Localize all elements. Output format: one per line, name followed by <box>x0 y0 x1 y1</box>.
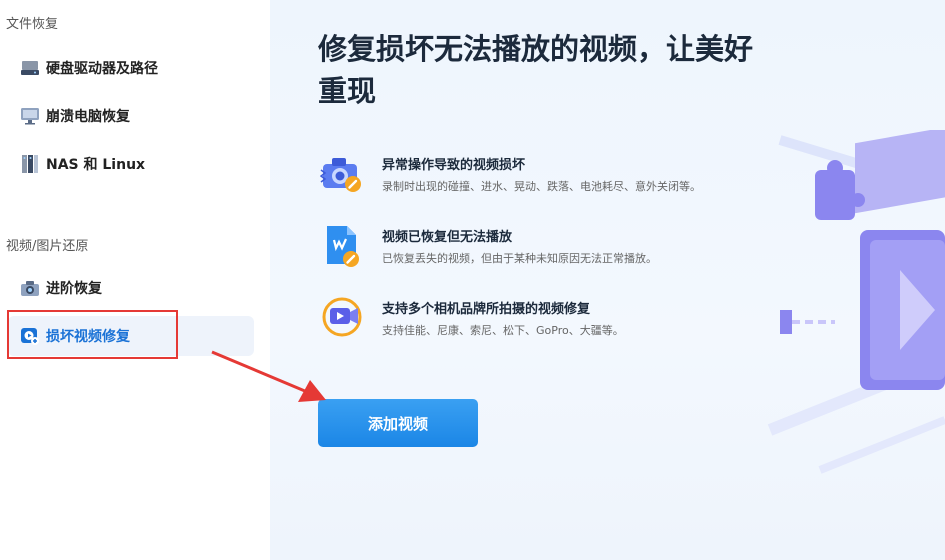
feature-title: 支持多个相机品牌所拍摄的视频修复 <box>382 302 591 317</box>
feature-title: 异常操作导致的视频损坏 <box>382 158 526 173</box>
section-title-file-recovery: 文件恢复 <box>6 17 59 32</box>
sidebar-item-crashed-pc[interactable]: 崩溃电脑恢复 <box>8 96 254 136</box>
camera-repair-icon <box>319 152 366 198</box>
feature-item-multi-brand: 支持多个相机品牌所拍摄的视频修复 支持佳能、尼康、索尼、松下、GoPro、大疆等… <box>320 296 740 344</box>
feature-title: 视频已恢复但无法播放 <box>382 230 513 245</box>
feature-description: 已恢复丢失的视频，但由于某种未知原因无法正常播放。 <box>382 252 657 265</box>
main-panel: 修复损坏无法播放的视频，让美好重现 异常操作导致的视频损坏 录制时出现的碰撞、进… <box>270 0 945 560</box>
feature-item-abnormal-operation: 异常操作导致的视频损坏 录制时出现的碰撞、进水、晃动、跌落、电池耗尽、意外关闭等… <box>319 152 740 200</box>
sidebar-item-hard-drive[interactable]: 硬盘驱动器及路径 <box>8 48 254 88</box>
sidebar-item-label: 进阶恢复 <box>46 281 102 297</box>
add-video-button[interactable]: 添加视频 <box>318 399 478 447</box>
highlight-annotation-box <box>7 310 178 359</box>
monitor-icon <box>20 106 40 126</box>
sidebar-item-label: 崩溃电脑恢复 <box>46 109 130 125</box>
hard-drive-icon <box>20 58 40 78</box>
sidebar-item-label: 硬盘驱动器及路径 <box>46 61 158 77</box>
sidebar-item-nas-linux[interactable]: NAS 和 Linux <box>8 144 254 184</box>
sidebar-item-advanced-recovery[interactable]: 进阶恢复 <box>8 268 254 308</box>
feature-item-recovered-unplayable: 视频已恢复但无法播放 已恢复丢失的视频，但由于某种未知原因无法正常播放。 <box>320 224 740 272</box>
section-title-video-photo: 视频/图片还原 <box>6 239 89 254</box>
nas-icon <box>20 154 40 174</box>
page-title: 修复损坏无法播放的视频，让美好重现 <box>318 32 754 108</box>
camera-icon <box>20 278 40 298</box>
video-camera-icon <box>320 296 366 342</box>
sidebar: 文件恢复 硬盘驱动器及路径 崩溃电脑恢复 NAS 和 Linux 视频/图片还原… <box>0 0 270 560</box>
video-repair-illustration <box>760 127 945 480</box>
sidebar-item-label: NAS 和 Linux <box>46 157 146 173</box>
feature-description: 支持佳能、尼康、索尼、松下、GoPro、大疆等。 <box>382 324 624 337</box>
feature-description: 录制时出现的碰撞、进水、晃动、跌落、电池耗尽、意外关闭等。 <box>382 180 701 193</box>
file-video-repair-icon <box>320 224 366 270</box>
